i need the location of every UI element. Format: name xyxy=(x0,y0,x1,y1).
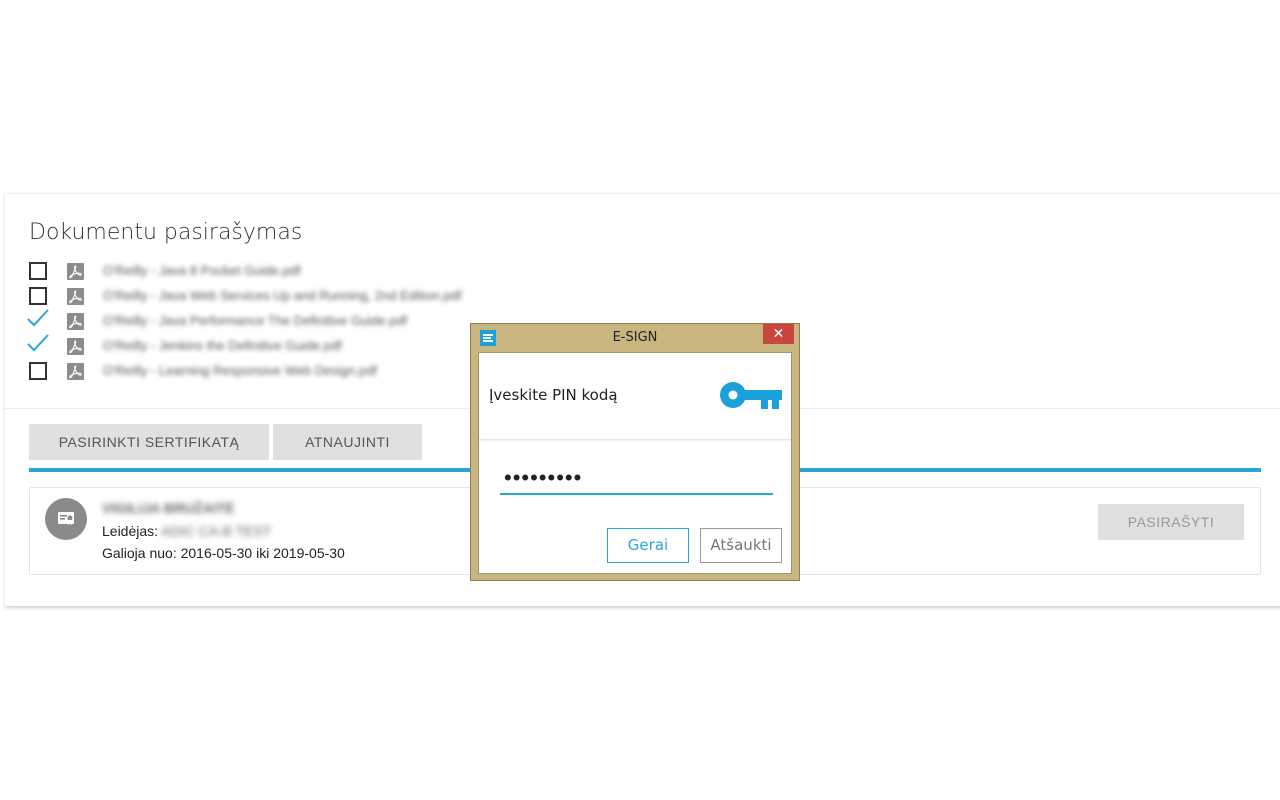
pdf-icon xyxy=(67,288,84,305)
select-certificate-button[interactable]: PASIRINKTI SERTIFIKATĄ xyxy=(29,424,269,460)
document-checkbox[interactable] xyxy=(29,362,47,380)
certificate-validity: Galioja nuo: 2016-05-30 iki 2019-05-30 xyxy=(102,545,345,561)
checkmark-icon[interactable] xyxy=(27,333,49,358)
document-name: O'Reilly - Learning Responsive Web Desig… xyxy=(103,363,377,378)
pdf-icon xyxy=(67,313,84,330)
document-checkbox[interactable] xyxy=(29,262,47,280)
certificate-icon xyxy=(45,498,87,540)
dialog-title: E-SIGN xyxy=(612,330,658,345)
certificate-issuer: Leidėjas: ADIC CA-B TEST xyxy=(102,523,271,539)
ok-button[interactable]: Gerai xyxy=(607,528,689,563)
document-checkbox[interactable] xyxy=(29,287,47,305)
pin-dialog: E-SIGN ✕ Įveskite PIN kodą Gerai Atšaukt… xyxy=(470,323,800,581)
document-row[interactable]: O'Reilly - Java 8 Pocket Guide.pdf xyxy=(29,262,529,282)
document-row[interactable]: O'Reilly - Jenkins the Definitive Guide.… xyxy=(27,334,529,357)
pdf-icon xyxy=(67,263,84,280)
pdf-icon xyxy=(67,338,84,355)
pin-input[interactable] xyxy=(500,463,773,495)
checkmark-icon[interactable] xyxy=(27,308,49,333)
certificate-owner: VIGILIJA BRUŽAITĖ xyxy=(102,500,235,516)
issuer-label: Leidėjas: xyxy=(102,523,159,539)
close-icon[interactable]: ✕ xyxy=(763,324,794,344)
cancel-button[interactable]: Atšaukti xyxy=(700,528,782,563)
refresh-button[interactable]: ATNAUJINTI xyxy=(273,424,422,460)
pdf-icon xyxy=(67,363,84,380)
pin-prompt: Įveskite PIN kodą xyxy=(489,386,618,404)
document-row[interactable]: O'Reilly - Java Performance The Definiti… xyxy=(27,309,529,332)
dialog-header: Įveskite PIN kodą xyxy=(479,353,791,440)
sign-button[interactable]: PASIRAŠYTI xyxy=(1098,504,1244,540)
dialog-content: Įveskite PIN kodą Gerai Atšaukti xyxy=(478,352,792,574)
key-icon xyxy=(719,377,783,418)
issuer-value: ADIC CA-B TEST xyxy=(161,523,272,539)
document-name: O'Reilly - Jenkins the Definitive Guide.… xyxy=(103,338,342,353)
document-row[interactable]: O'Reilly - Learning Responsive Web Desig… xyxy=(29,362,529,382)
document-name: O'Reilly - Java 8 Pocket Guide.pdf xyxy=(103,263,301,278)
document-name: O'Reilly - Java Web Services Up and Runn… xyxy=(103,288,462,303)
page-title: Dokumentu pasirašymas xyxy=(29,220,303,245)
document-name: O'Reilly - Java Performance The Definiti… xyxy=(103,313,408,328)
document-row[interactable]: O'Reilly - Java Web Services Up and Runn… xyxy=(29,287,529,307)
